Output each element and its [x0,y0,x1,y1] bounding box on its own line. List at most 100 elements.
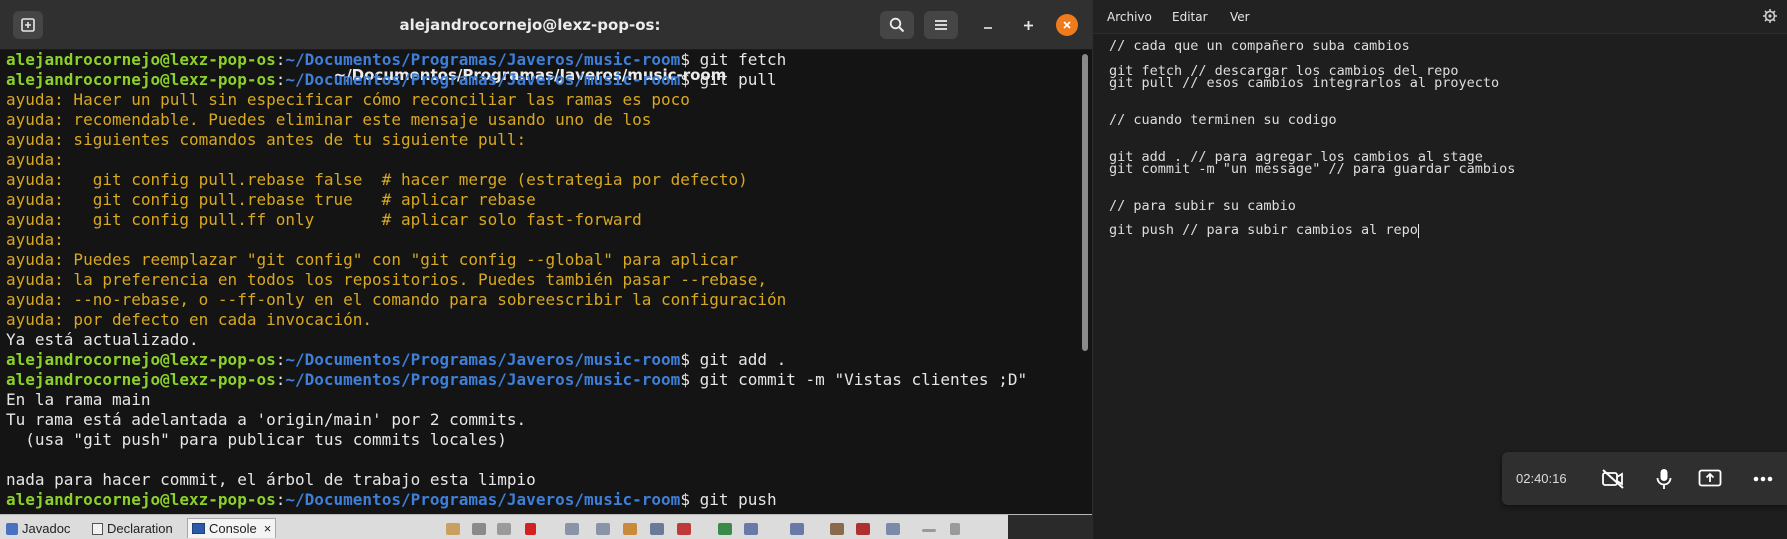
tab-declaration[interactable]: Declaration [88,519,177,539]
show-stdout-icon[interactable] [650,523,664,535]
terminal-title: alejandrocornejo@lexz-pop-os: ~/Document… [333,16,727,84]
scrollbar-thumb[interactable] [1082,54,1088,351]
terminal-scrollbar[interactable] [1078,50,1092,514]
prompt-symbol: $ [680,70,700,89]
editor-line-text: git pull // esos cambios integrarlos al … [1109,74,1500,91]
menu-button[interactable] [924,11,958,39]
prompt-symbol: $ [680,490,700,509]
editor-line-text: git push // para subir cambios al repo [1109,222,1418,239]
prompt-command: git add . [699,350,787,369]
output-text: Ya está actualizado. [6,330,199,349]
terminal-hint-line: ayuda: [6,230,1078,250]
menu-ver[interactable]: Ver [1230,10,1250,24]
microphone-button[interactable] [1649,464,1679,494]
close-button[interactable] [1056,14,1078,36]
output-text: En la rama main [6,390,151,409]
terminal-hint-line: ayuda: siguientes comandos antes de tu s… [6,130,1078,150]
search-console-icon[interactable] [830,523,844,535]
highlight-icon[interactable] [856,523,870,535]
terminal-hint-line: ayuda: por defecto en cada invocación. [6,310,1078,330]
call-controls: 02:40:16 [1502,452,1787,505]
prompt-command: git pull [699,70,777,89]
word-wrap-icon[interactable] [623,523,637,535]
gear-icon[interactable] [1762,8,1778,24]
settings-console-icon[interactable] [886,523,900,535]
prompt-colon: : [275,370,286,389]
clear-console-icon[interactable] [565,523,579,535]
tab-javadoc[interactable]: Javadoc [2,519,74,539]
camera-off-icon [1602,469,1624,489]
menu-archivo[interactable]: Archivo [1107,10,1152,24]
prompt-symbol: $ [680,370,700,389]
prompt-command: git commit -m "Vistas clientes ;D" [699,370,1028,389]
hint-text: ayuda: git config pull.rebase false # ha… [6,170,748,189]
hint-text: ayuda: --no-rebase, o --ff-only en el co… [6,290,787,309]
terminal-hint-line: ayuda: recomendable. Puedes eliminar est… [6,110,1078,130]
minimize-button[interactable] [977,14,999,36]
javadoc-icon [6,523,18,535]
tab-close-icon[interactable]: × [264,519,272,539]
tab-console[interactable]: Console × [187,518,277,539]
terminal-output-line: En la rama main [6,390,1078,410]
new-tab-button[interactable] [13,11,43,39]
prompt-colon: : [275,350,286,369]
scroll-lock-icon[interactable] [596,523,610,535]
maximize-button[interactable] [1017,14,1039,36]
prompt-colon: : [275,70,286,89]
share-screen-button[interactable] [1695,464,1725,494]
terminal-prompt-line: alejandrocornejo@lexz-pop-os:~/Documento… [6,50,1078,70]
more-icon [1753,476,1773,482]
pin-console-icon[interactable] [446,523,460,535]
prompt-path: ~/Documentos/Programas/Javeros/music-roo… [285,370,681,389]
declaration-icon [92,523,103,535]
editor-text-area[interactable]: // cada que un compañero suba cambios git… [1109,39,1769,480]
call-timer: 02:40:16 [1516,471,1567,486]
remove-launch-icon[interactable] [497,523,511,535]
terminal-output-line: nada para hacer commit, el árbol de trab… [6,470,1078,490]
stop-icon[interactable] [525,523,536,535]
terminal-shadow-region [1008,515,1092,539]
terminate-icon[interactable] [472,523,486,535]
hint-text: ayuda: [6,230,64,249]
prompt-symbol: $ [680,350,700,369]
terminal-output-line: (usa "git push" para publicar tus commit… [6,430,1078,450]
tab-label: Javadoc [22,521,71,536]
close-icon [1063,21,1071,29]
console-icon [192,523,205,534]
menu-editar[interactable]: Editar [1172,10,1208,24]
camera-toggle-button[interactable] [1598,464,1628,494]
editor-line: git push // para subir cambios al repo [1109,222,1769,239]
pin-icon[interactable] [790,523,804,535]
text-caret [1417,224,1419,239]
maximize-view-icon[interactable] [950,523,960,535]
prompt-symbol: $ [680,50,700,69]
terminal-output-line: Tu rama está adelantada a 'origin/main' … [6,410,1078,430]
prompt-path: ~/Documentos/Programas/Javeros/music-roo… [285,350,681,369]
terminal-hint-line: ayuda: git config pull.rebase true # apl… [6,190,1078,210]
terminal-hint-line: ayuda: Hacer un pull sin especificar cóm… [6,90,1078,110]
minimize-view-icon[interactable] [922,529,936,532]
editor-line: // cuando terminen su codigo [1109,113,1769,127]
new-tab-icon [21,18,35,32]
prompt-path: ~/Documentos/Programas/Javeros/music-roo… [285,70,681,89]
hint-text: ayuda: la preferencia en todos los repos… [6,270,767,289]
editor-line: // cada que un compañero suba cambios [1109,39,1769,53]
terminal-output[interactable]: alejandrocornejo@lexz-pop-os:~/Documento… [0,50,1078,514]
show-stderr-icon[interactable] [677,523,691,535]
hint-text: ayuda: [6,150,64,169]
terminal-prompt-line: alejandrocornejo@lexz-pop-os:~/Documento… [6,490,1078,510]
more-options-button[interactable] [1748,464,1778,494]
terminal-hint-line: ayuda: Puedes reemplazar "git config" co… [6,250,1078,270]
hint-text: ayuda: siguientes comandos antes de tu s… [6,130,527,149]
open-console-icon[interactable] [718,523,732,535]
hint-text: ayuda: por defecto en cada invocación. [6,310,373,329]
maximize-icon [1023,20,1033,30]
prompt-user: alejandrocornejo@lexz-pop-os [6,370,276,389]
terminal-hint-line: ayuda: [6,150,1078,170]
display-console-icon[interactable] [744,523,758,535]
search-button[interactable] [880,11,914,39]
